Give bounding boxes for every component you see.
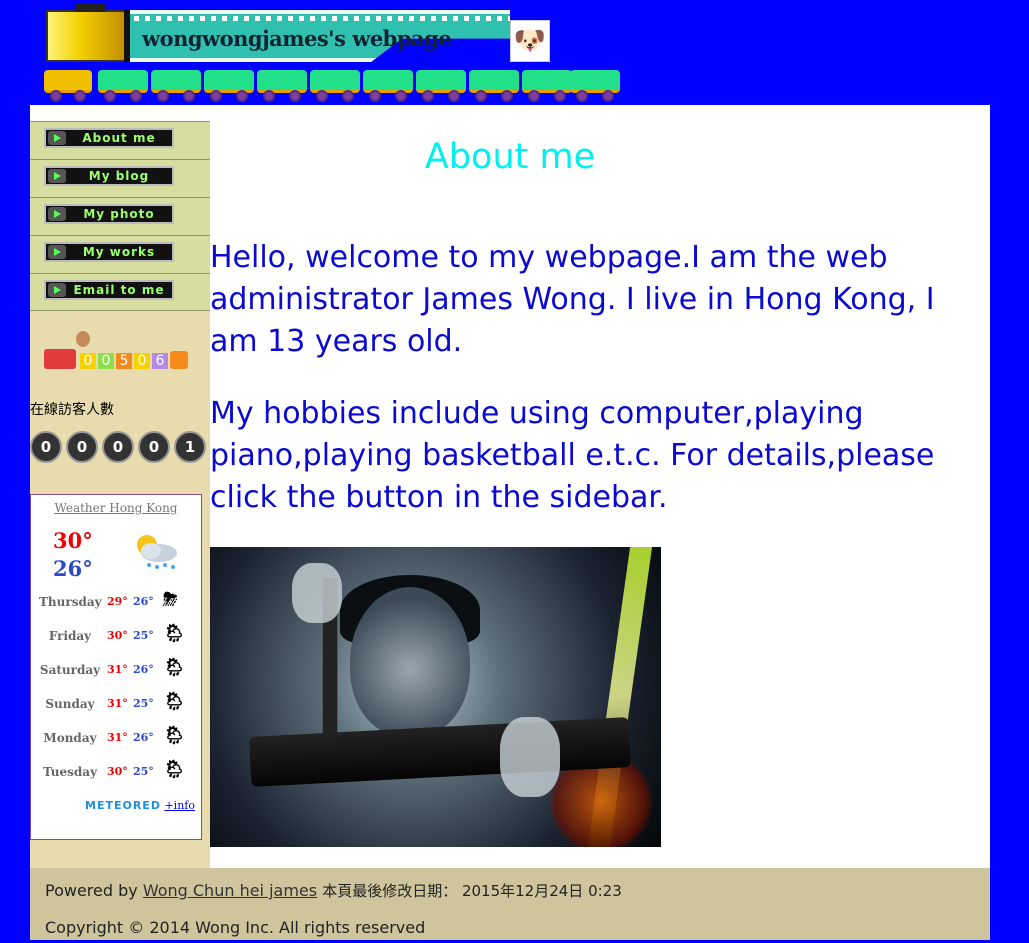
forecast-row: Tuesday 30° 25° 🌦	[42, 759, 186, 780]
site-banner: wongwongjames's webpage	[46, 4, 526, 64]
online-visitor-counter: 0 0 0 0 1	[30, 425, 210, 473]
meteored-logo[interactable]: METEORED	[85, 799, 161, 812]
sun-rain-icon: 🌦	[163, 623, 186, 644]
menu-button-about-me[interactable]: About me	[44, 128, 174, 148]
sun-cloud-rain-icon	[137, 535, 177, 569]
sun-rain-icon: 🌦	[163, 759, 186, 780]
counter-digit: 0	[66, 431, 98, 463]
weather-widget: Weather Hong Kong 30° 26° Thursday 29° 2…	[30, 494, 202, 840]
weather-info-link[interactable]: +info	[164, 799, 195, 812]
current-temperature: 30° 26°	[53, 528, 93, 581]
counter-digit: 6	[152, 353, 168, 369]
thunderstorm-icon: ⛈	[163, 589, 178, 610]
sun-rain-icon: 🌦	[163, 657, 186, 678]
menu-button-email[interactable]: Email to me	[44, 280, 174, 300]
sun-rain-icon: 🌦	[163, 725, 186, 746]
forecast-row: Friday 30° 25° 🌦	[48, 623, 186, 644]
last-modified: 本頁最後修改日期： 2015年12月24日 0:23	[322, 882, 622, 900]
forecast-row: Sunday 31° 25° 🌦	[45, 691, 186, 712]
profile-photo	[210, 547, 661, 847]
counter-digit: 0	[138, 431, 170, 463]
intro-paragraph: Hello, welcome to my webpage.I am the we…	[210, 240, 935, 359]
sidebar-menu: About me My blog My photo My works Email…	[30, 121, 210, 311]
online-visitors-label: 在線訪客人數	[30, 402, 114, 418]
angel-dog-icon: 🐶	[510, 20, 550, 62]
play-icon	[48, 283, 66, 297]
forecast-row: Monday 31° 26° 🌦	[43, 725, 186, 746]
counter-digit: 1	[174, 431, 206, 463]
menu-button-my-works[interactable]: My works	[44, 242, 174, 262]
copyright: Copyright © 2014 Wong Inc. All rights re…	[45, 918, 426, 937]
visitor-counter: 0 0 5 0 6	[44, 331, 190, 375]
play-icon	[48, 245, 66, 259]
hobbies-paragraph: My hobbies include using computer,playin…	[210, 396, 935, 515]
site-title: wongwongjames's webpage	[142, 26, 452, 51]
counter-digit: 0	[134, 353, 150, 369]
page-container: About me My blog My photo My works Email…	[30, 105, 990, 940]
sun-rain-icon: 🌦	[163, 691, 186, 712]
counter-engine-icon	[44, 349, 76, 369]
footer-line-1: Powered by Wong Chun hei james 本頁最後修改日期：…	[45, 881, 622, 900]
counter-digit: 0	[80, 353, 96, 369]
play-icon	[48, 207, 66, 221]
page-footer: Powered by Wong Chun hei james 本頁最後修改日期：…	[30, 868, 990, 940]
page-heading: About me	[424, 137, 596, 177]
forecast-row: Thursday 29° 26° ⛈	[39, 589, 178, 610]
play-icon	[48, 131, 66, 145]
weather-footer: METEORED +info	[85, 799, 195, 812]
counter-digit: 0	[98, 353, 114, 369]
forecast-row: Saturday 31° 26° 🌦	[39, 657, 186, 678]
counter-digit: 0	[102, 431, 134, 463]
counter-bear-icon	[170, 351, 188, 369]
menu-button-my-photo[interactable]: My photo	[44, 204, 174, 224]
train-decoration	[44, 68, 624, 102]
sidebar: About me My blog My photo My works Email…	[30, 121, 210, 868]
play-icon	[48, 169, 66, 183]
weather-title-link[interactable]: Weather Hong Kong	[31, 501, 201, 515]
train-engine-icon	[44, 70, 92, 102]
counter-digit: 5	[116, 353, 132, 369]
author-link[interactable]: Wong Chun hei james	[143, 881, 317, 900]
counter-digit: 0	[30, 431, 62, 463]
menu-button-my-blog[interactable]: My blog	[44, 166, 174, 186]
film-can-icon	[46, 4, 130, 62]
